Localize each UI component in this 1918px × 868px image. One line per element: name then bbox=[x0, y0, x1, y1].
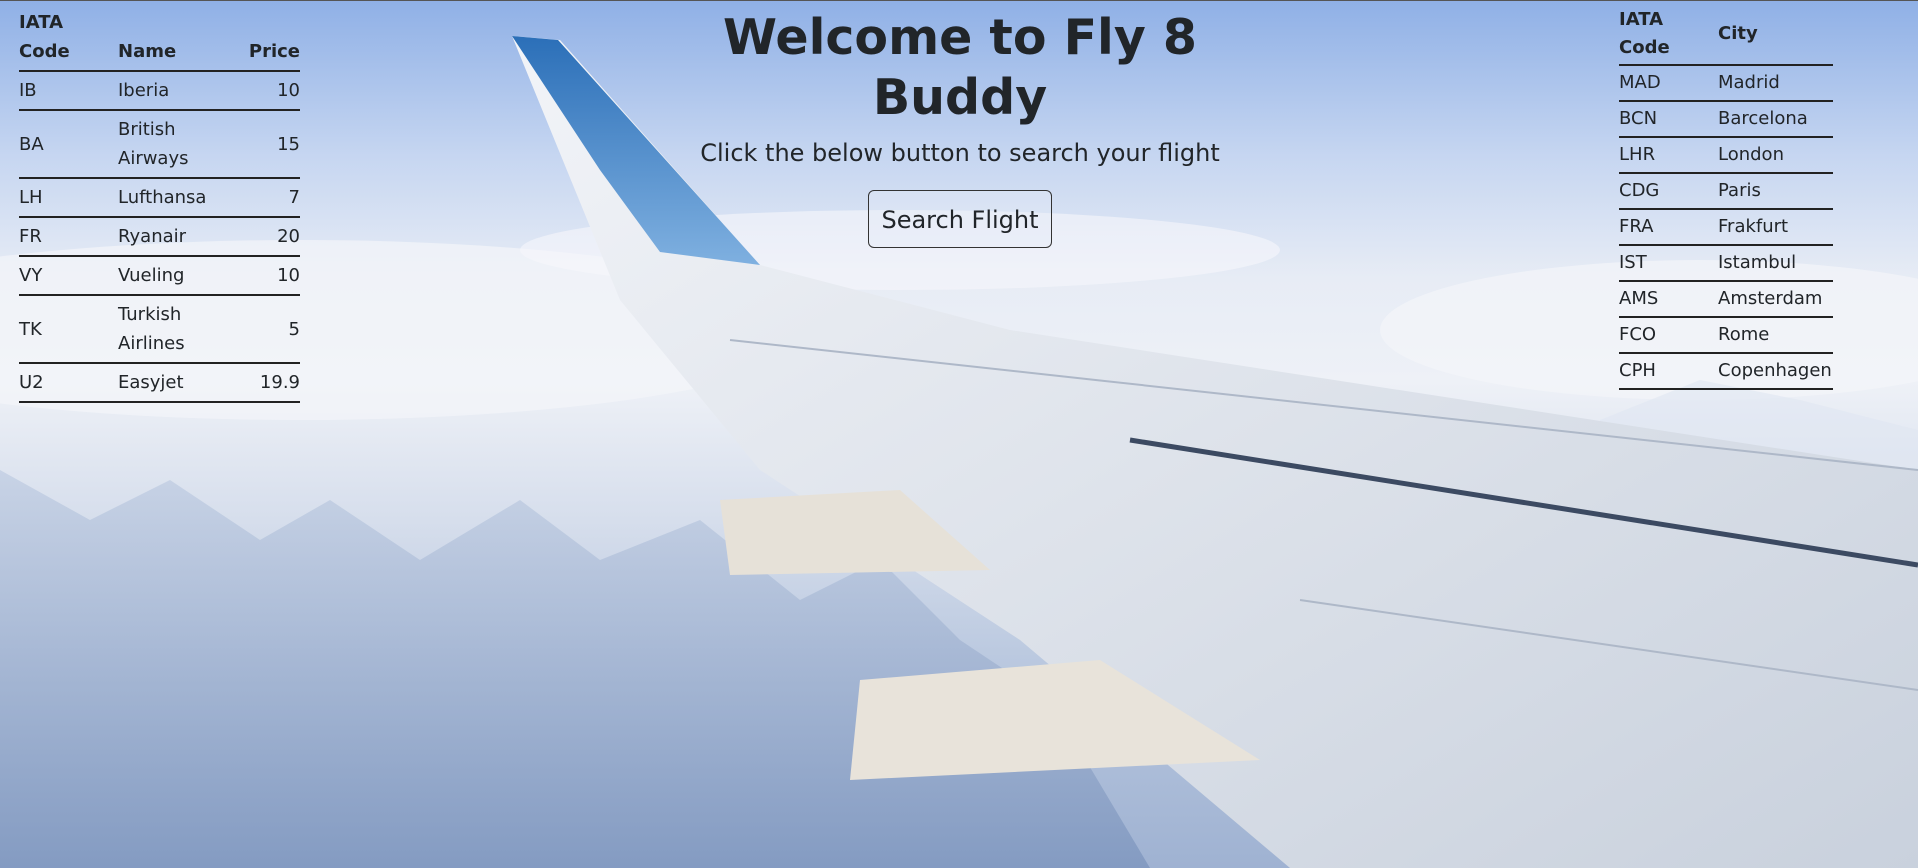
airlines-header-code: IATA Code bbox=[19, 4, 118, 72]
airline-name: British Airways bbox=[118, 110, 248, 179]
airline-code: BA bbox=[19, 110, 118, 179]
airline-price: 5 bbox=[248, 295, 300, 364]
city-code: BCN bbox=[1619, 101, 1718, 138]
cities-header-code: IATA Code bbox=[1619, 4, 1718, 66]
airline-price: 19.9 bbox=[248, 363, 300, 403]
table-row: TK Turkish Airlines 5 bbox=[19, 295, 300, 364]
airlines-table: IATA Code Name Price IB Iberia 10 BA Bri… bbox=[19, 4, 300, 403]
city-name: Copenhagen bbox=[1718, 353, 1833, 390]
table-row: AMS Amsterdam bbox=[1619, 281, 1833, 318]
table-row: BCN Barcelona bbox=[1619, 101, 1833, 138]
airline-code: TK bbox=[19, 295, 118, 364]
cities-header-row: IATA Code City bbox=[1619, 4, 1833, 66]
city-name: Frakfurt bbox=[1718, 209, 1833, 246]
city-code: CDG bbox=[1619, 173, 1718, 210]
city-name: Paris bbox=[1718, 173, 1833, 210]
airline-price: 10 bbox=[248, 256, 300, 296]
city-code: FRA bbox=[1619, 209, 1718, 246]
airline-name: Easyjet bbox=[118, 363, 248, 403]
airline-name: Vueling bbox=[118, 256, 248, 296]
airline-name: Turkish Airlines bbox=[118, 295, 248, 364]
city-code: IST bbox=[1619, 245, 1718, 282]
airline-code: U2 bbox=[19, 363, 118, 403]
city-name: Istambul bbox=[1718, 245, 1833, 282]
city-name: Barcelona bbox=[1718, 101, 1833, 138]
city-code: AMS bbox=[1619, 281, 1718, 318]
table-row: LHR London bbox=[1619, 137, 1833, 174]
airlines-header-row: IATA Code Name Price bbox=[19, 4, 300, 72]
table-row: IST Istambul bbox=[1619, 245, 1833, 282]
city-code: CPH bbox=[1619, 353, 1718, 390]
airline-code: IB bbox=[19, 71, 118, 111]
airline-price: 20 bbox=[248, 217, 300, 257]
table-row: FRA Frakfurt bbox=[1619, 209, 1833, 246]
cities-table: IATA Code City MAD Madrid BCN Barcelona … bbox=[1619, 4, 1833, 390]
search-flight-button[interactable]: Search Flight bbox=[868, 190, 1052, 248]
airline-price: 7 bbox=[248, 178, 300, 218]
city-code: MAD bbox=[1619, 65, 1718, 102]
table-row: U2 Easyjet 19.9 bbox=[19, 363, 300, 403]
city-name: Rome bbox=[1718, 317, 1833, 354]
table-row: CDG Paris bbox=[1619, 173, 1833, 210]
city-code: FCO bbox=[1619, 317, 1718, 354]
airline-code: VY bbox=[19, 256, 118, 296]
city-code: LHR bbox=[1619, 137, 1718, 174]
table-row: FCO Rome bbox=[1619, 317, 1833, 354]
table-row: LH Lufthansa 7 bbox=[19, 178, 300, 218]
airlines-header-name: Name bbox=[118, 4, 248, 72]
city-name: Madrid bbox=[1718, 65, 1833, 102]
page-subtitle: Click the below button to search your fl… bbox=[700, 139, 1220, 167]
table-row: CPH Copenhagen bbox=[1619, 353, 1833, 390]
airline-price: 10 bbox=[248, 71, 300, 111]
page-title: Welcome to Fly 8 Buddy bbox=[723, 9, 1197, 126]
airline-code: LH bbox=[19, 178, 118, 218]
airline-name: Iberia bbox=[118, 71, 248, 111]
airline-price: 15 bbox=[248, 110, 300, 179]
airlines-header-price: Price bbox=[248, 4, 300, 72]
cities-header-city: City bbox=[1718, 4, 1833, 66]
airline-name: Lufthansa bbox=[118, 178, 248, 218]
table-row: VY Vueling 10 bbox=[19, 256, 300, 296]
airline-code: FR bbox=[19, 217, 118, 257]
city-name: London bbox=[1718, 137, 1833, 174]
table-row: IB Iberia 10 bbox=[19, 71, 300, 111]
city-name: Amsterdam bbox=[1718, 281, 1833, 318]
airline-name: Ryanair bbox=[118, 217, 248, 257]
table-row: BA British Airways 15 bbox=[19, 110, 300, 179]
table-row: MAD Madrid bbox=[1619, 65, 1833, 102]
hero-section: Welcome to Fly 8 Buddy Click the below b… bbox=[660, 0, 1260, 248]
table-row: FR Ryanair 20 bbox=[19, 217, 300, 257]
